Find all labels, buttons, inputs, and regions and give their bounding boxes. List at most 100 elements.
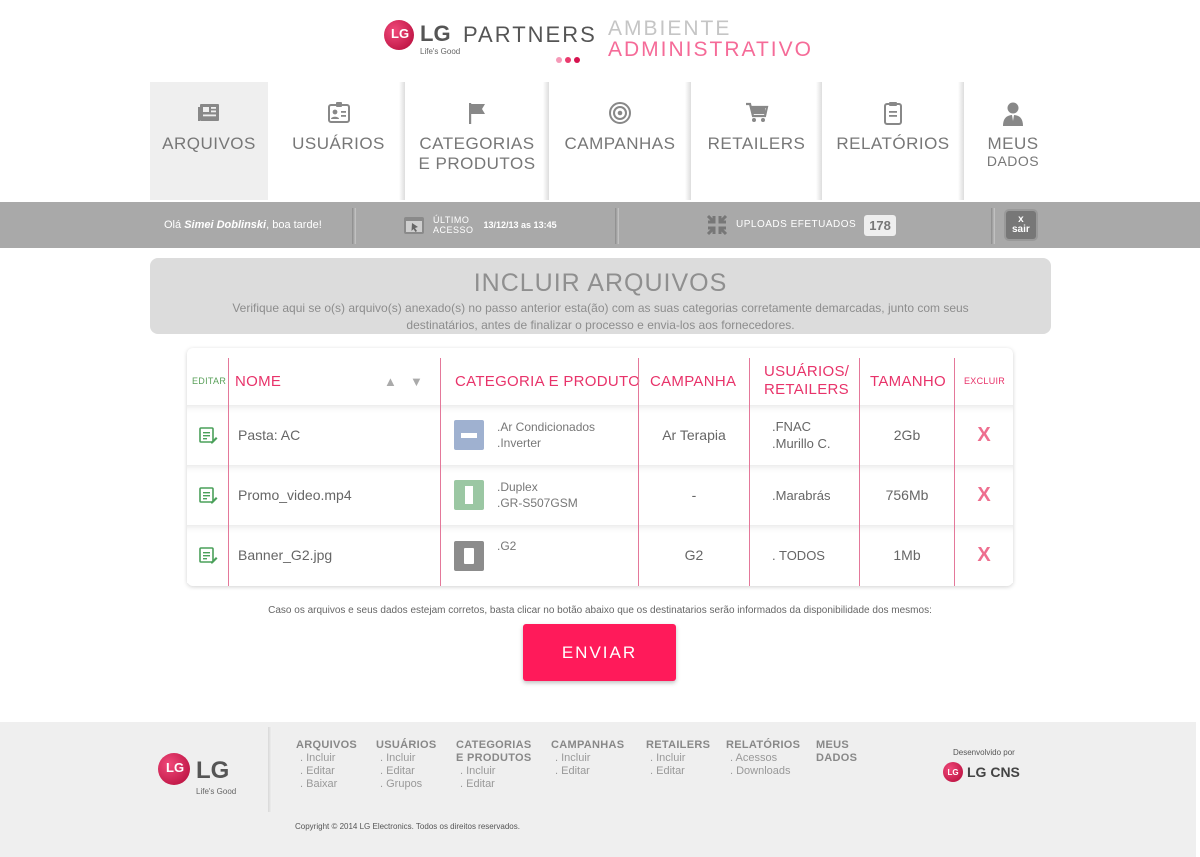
delete-icon[interactable]: X [955,526,1013,584]
table-row: Promo_video.mp4 .Duplex .GR-S507GSM - .Ma… [187,465,1013,523]
status-separator [991,208,995,244]
edit-icon[interactable] [198,526,218,584]
size-value: 2Gb [893,427,921,443]
footer-col-meus-dados: MEUS DADOS [816,739,857,765]
users-cell: .Marabrás [772,466,831,524]
copyright: Copyright © 2014 LG Electronics. Todos o… [295,822,520,831]
footer-link[interactable]: . Editar [296,765,357,778]
users-cell: .FNAC .Murillo C. [772,406,831,464]
col-header-delete: EXCLUIR [964,376,1006,386]
nav-meus-dados[interactable]: MEUS DADOS [964,82,1062,200]
footer-col-relatorios: RELATÓRIOS . Acessos . Downloads [726,739,800,778]
footer-link[interactable]: . Editar [551,765,624,778]
table-row: Pasta: AC .Ar Condicionados .Inverter Ar … [187,405,1013,463]
id-card-icon [272,100,405,130]
footer-col-usuarios: USUÁRIOS . Incluir . Editar . Grupos [376,739,436,791]
uploads-label: UPLOADS EFETUADOS [736,219,857,230]
edit-icon[interactable] [198,406,218,464]
lg-cns-word: LG CNS [967,764,1020,780]
product-line: .Inverter [497,436,542,450]
nav-campanhas-label: CAMPANHAS [564,134,676,153]
lg-tagline: Life's Good [420,47,461,56]
column-divider [859,358,860,586]
footer-heading[interactable]: MEUS [816,739,857,752]
nav-arquivos[interactable]: ARQUIVOS [150,82,268,200]
environment-line1: AMBIENTE [608,17,732,40]
footer-col-campanhas: CAMPANHAS . Incluir . Editar [551,739,624,778]
footer-link[interactable]: . Downloads [726,765,800,778]
fridge-thumb-icon [454,480,484,510]
column-divider [228,358,229,586]
campaign-value: - [691,487,697,503]
footer-link[interactable]: . Incluir [296,752,357,765]
delete-icon[interactable]: X [955,466,1013,524]
nav-relatorios[interactable]: RELATÓRIOS [822,82,964,200]
footer-col-retailers: RETAILERS . Incluir . Editar [646,739,710,778]
footer-heading-line2[interactable]: DADOS [816,752,857,765]
footer-heading[interactable]: RELATÓRIOS [726,739,800,752]
lg-cns-logo: LG LG CNS [943,762,1020,782]
calendar-icon [403,215,425,235]
uploads-count-badge: 178 [864,214,896,236]
footer-heading[interactable]: CATEGORIAS [456,739,532,752]
table-row: Banner_G2.jpg .G2 G2 . TODOS 1Mb X [187,525,1013,583]
sort-down-icon[interactable]: ▼ [410,358,423,404]
nav-meus-dados-label: MEUS [987,134,1039,153]
uploads: UPLOADS EFETUADOS 178 [706,202,896,248]
product-line: .GR-S507GSM [497,496,578,510]
user-line: .Murillo C. [772,436,831,451]
confirmation-note: Caso os arquivos e seus dados estejam co… [268,605,932,616]
column-divider [638,358,639,586]
compress-icon [706,214,728,236]
target-icon [549,100,691,130]
last-access-label: ÚLTIMO ACESSO [433,215,474,235]
col-header-edit: EDITAR [192,376,227,386]
partners-title: PARTNERS [463,22,597,47]
footer: LG LG Life's Good ARQUIVOS . Incluir . E… [0,722,1196,857]
category-cell: .Ar Condicionados .Inverter [454,406,595,464]
footer-col-arquivos: ARQUIVOS . Incluir . Editar . Baixar [296,739,357,791]
nav-meus-dados-sub: DADOS [986,153,1040,169]
footer-link[interactable]: . Editar [456,778,532,791]
footer-link[interactable]: . Acessos [726,752,800,765]
sort-up-icon[interactable]: ▲ [384,358,397,404]
lg-logo-icon: LG [158,753,190,785]
footer-heading[interactable]: ARQUIVOS [296,739,357,752]
delete-icon[interactable]: X [955,406,1013,464]
footer-heading-line2[interactable]: E PRODUTOS [456,752,532,765]
greeting-prefix: Olá [164,219,182,231]
col-header-campaign: CAMPANHA [650,372,737,390]
send-button[interactable]: ENVIAR [523,624,676,681]
nav-retailers[interactable]: RETAILERS [691,82,822,200]
logout-button[interactable]: x sair [1006,211,1036,239]
footer-heading[interactable]: RETAILERS [646,739,710,752]
logout-label: sair [1012,224,1030,235]
col-header-size: TAMANHO [870,372,946,390]
footer-link[interactable]: . Incluir [551,752,624,765]
last-access-value: 13/12/13 as 13:45 [483,220,557,230]
footer-link[interactable]: . Editar [376,765,436,778]
footer-separator [268,727,272,812]
footer-link[interactable]: . Editar [646,765,710,778]
user-icon [964,100,1062,130]
footer-link[interactable]: . Incluir [646,752,710,765]
col-header-name[interactable]: NOME [235,358,281,404]
nav-usuarios[interactable]: USUÁRIOS [272,82,405,200]
footer-link[interactable]: . Baixar [296,778,357,791]
size-value: 756Mb [885,487,929,503]
nav-usuarios-label: USUÁRIOS [292,134,385,153]
nav-categorias-label2: E PRODUTOS [418,154,536,173]
nav-retailers-label: RETAILERS [707,134,806,153]
edit-icon[interactable] [198,466,218,524]
footer-link[interactable]: . Incluir [376,752,436,765]
page: LG LG Life's Good PARTNERS AMBIENTE ADMI… [0,0,1200,857]
footer-link[interactable]: . Incluir [456,765,532,778]
footer-heading[interactable]: USUÁRIOS [376,739,436,752]
footer-heading[interactable]: CAMPANHAS [551,739,624,752]
footer-link[interactable]: . Grupos [376,778,436,791]
footer-tagline: Life's Good [196,787,237,796]
nav-categorias[interactable]: CATEGORIAS E PRODUTOS [405,82,549,200]
last-access-label2: ACESSO [433,225,474,235]
nav-categorias-label: CATEGORIAS [419,134,535,153]
nav-campanhas[interactable]: CAMPANHAS [549,82,691,200]
